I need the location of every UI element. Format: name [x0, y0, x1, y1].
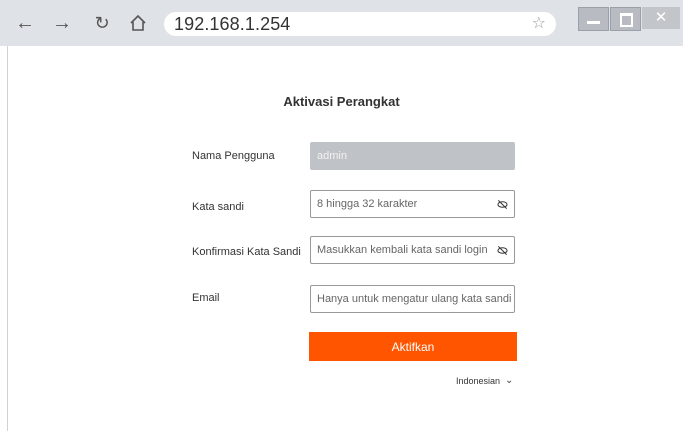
- window-controls: ✕: [578, 7, 683, 31]
- confirm-password-field[interactable]: Masukkan kembali kata sandi login: [310, 236, 515, 264]
- chevron-down-icon: ⌄: [505, 375, 514, 386]
- language-selector[interactable]: Indonesian ⌄: [456, 375, 513, 386]
- maximize-button[interactable]: [610, 7, 641, 31]
- confirm-password-placeholder: Masukkan kembali kata sandi login: [317, 244, 488, 256]
- eye-slash-icon[interactable]: [497, 199, 508, 210]
- confirm-password-label: Konfirmasi Kata Sandi: [192, 246, 301, 258]
- activate-button[interactable]: Aktifkan: [309, 332, 517, 361]
- reload-icon[interactable]: ↻: [92, 13, 112, 33]
- url-text: 192.168.1.254: [174, 13, 291, 34]
- browser-toolbar: ← → ↻ 192.168.1.254 ☆ ✕: [0, 0, 683, 46]
- minimize-button[interactable]: [578, 7, 609, 31]
- username-field: admin: [310, 142, 515, 170]
- email-label: Email: [192, 292, 220, 304]
- email-field[interactable]: Hanya untuk mengatur ulang kata sandi: [310, 285, 515, 313]
- email-placeholder: Hanya untuk mengatur ulang kata sandi: [317, 293, 512, 305]
- maximize-icon: [620, 13, 633, 27]
- home-icon-glyph: [130, 14, 146, 31]
- home-icon[interactable]: [128, 13, 148, 33]
- password-label: Kata sandi: [192, 201, 244, 213]
- eye-slash-icon[interactable]: [497, 245, 508, 256]
- page-title: Aktivasi Perangkat: [283, 94, 400, 109]
- password-placeholder: 8 hingga 32 karakter: [317, 198, 418, 210]
- bookmark-star-icon[interactable]: ☆: [532, 13, 546, 33]
- username-value: admin: [317, 150, 347, 162]
- address-bar[interactable]: 192.168.1.254 ☆: [164, 12, 556, 36]
- back-arrow-icon[interactable]: ←: [15, 13, 35, 33]
- language-label: Indonesian: [456, 375, 501, 386]
- minimize-icon: [587, 21, 600, 24]
- close-icon: ✕: [654, 9, 668, 26]
- close-button[interactable]: ✕: [642, 7, 680, 29]
- password-field[interactable]: 8 hingga 32 karakter: [310, 190, 515, 218]
- forward-arrow-icon[interactable]: →: [52, 13, 72, 33]
- username-label: Nama Pengguna: [192, 150, 275, 162]
